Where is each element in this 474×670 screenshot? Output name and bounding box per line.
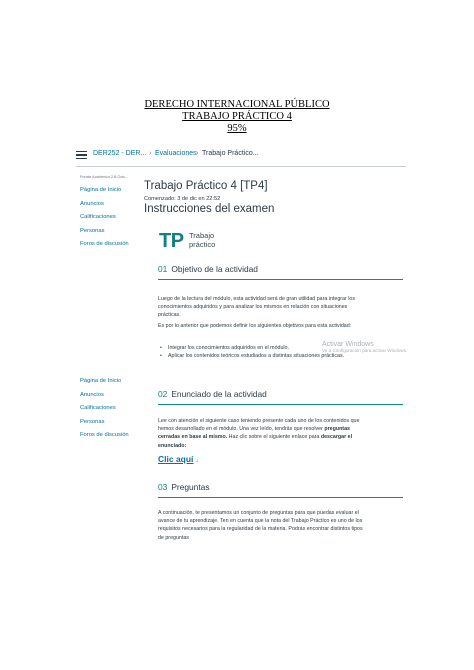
preguntas-paragraph: A continuación, te presentamos un conjun… [158, 510, 363, 541]
instructions-heading: Instrucciones del examen [144, 203, 275, 215]
sidebar-item-personas[interactable]: Personas [80, 228, 150, 242]
section-divider [158, 497, 403, 499]
document-header: DERECHO INTERNACIONAL PÚBLICO TRABAJO PR… [0, 99, 474, 135]
logo-tp-letters: TP [159, 230, 184, 252]
sidebar-item-foros[interactable]: Foros de discusión [80, 432, 150, 446]
section-title: Objetivo de la actividad [171, 264, 258, 274]
windows-activation-watermark: Activar Windows Ve a Configuración para … [322, 341, 412, 354]
enunciado-paragraph: Lee con atención el siguiente caso tenie… [158, 417, 363, 450]
started-timestamp: Comenzado: 3 de dic en 22:52 [144, 196, 221, 202]
document-course-title: DERECHO INTERNACIONAL PÚBLICO [144, 99, 330, 110]
document-assignment-title: TRABAJO PRÁCTICO 4 [182, 111, 292, 122]
objetivo-paragraph: Luego de la lectura del módulo, esta act… [158, 296, 355, 319]
section-divider [158, 279, 403, 281]
section-number: 03 [158, 482, 168, 492]
breadcrumb-evaluaciones[interactable]: Evaluaciones [155, 150, 197, 157]
breadcrumb-separator-icon: › [196, 150, 199, 157]
enunciado-text: Haz clic sobre el siguiente enlace para [227, 434, 321, 441]
page-title: Trabajo Práctico 4 [TP4] [144, 180, 268, 192]
section-divider [158, 404, 403, 406]
section-enunciado-heading: 02 Enunciado de la actividad [158, 389, 405, 399]
breadcrumb-course[interactable]: DER252 - DER... [93, 150, 146, 157]
header-divider [76, 166, 406, 167]
logo-word-practico: práctico [189, 239, 216, 249]
hamburger-menu-icon[interactable] [76, 151, 87, 159]
course-sidebar-menu: Página de Inicio Anuncios Calificaciones… [80, 187, 150, 255]
document-score: 95% [227, 123, 247, 134]
download-icon: ↓ [195, 458, 199, 464]
breadcrumb-current-page: Trabajo Práctico... [202, 150, 259, 157]
sidebar-item-calificaciones[interactable]: Calificaciones [80, 214, 150, 228]
section-preguntas-heading: 03 Preguntas [158, 482, 405, 492]
section-objetivo-heading: 01 Objetivo de la actividad [158, 264, 405, 274]
watermark-subtitle: Ve a Configuración para activar Windows. [322, 348, 408, 353]
section-title: Preguntas [171, 482, 210, 492]
course-sidebar-menu-repeat: Página de Inicio Anuncios Calificaciones… [80, 378, 150, 446]
sidebar-item-anuncios[interactable]: Anuncios [80, 201, 150, 215]
watermark-title: Activar Windows [322, 341, 374, 348]
breadcrumb-separator-icon: › [149, 150, 152, 157]
sidebar-item-foros[interactable]: Foros de discusión [80, 241, 150, 255]
sidebar-item-personas[interactable]: Personas [80, 419, 150, 433]
objetivo-intro-paragraph: Es por lo anterior que podemos definir l… [158, 323, 352, 329]
section-number: 02 [158, 389, 168, 399]
sidebar-item-inicio[interactable]: Página de Inicio [80, 378, 150, 392]
section-number: 01 [158, 264, 168, 274]
download-link-label[interactable]: Clic aquí [158, 454, 193, 464]
download-enunciado-link[interactable]: Clic aquí ↓ [158, 454, 198, 464]
course-navigation-bar: DER252 - DER... › Evaluaciones › Trabajo… [76, 149, 406, 161]
sidebar-caption: Portale Académico 2-B Octu... [80, 175, 129, 179]
section-title: Enunciado de la actividad [171, 389, 267, 399]
sidebar-item-inicio[interactable]: Página de Inicio [80, 187, 150, 201]
sidebar-item-calificaciones[interactable]: Calificaciones [80, 405, 150, 419]
sidebar-item-anuncios[interactable]: Anuncios [80, 392, 150, 406]
